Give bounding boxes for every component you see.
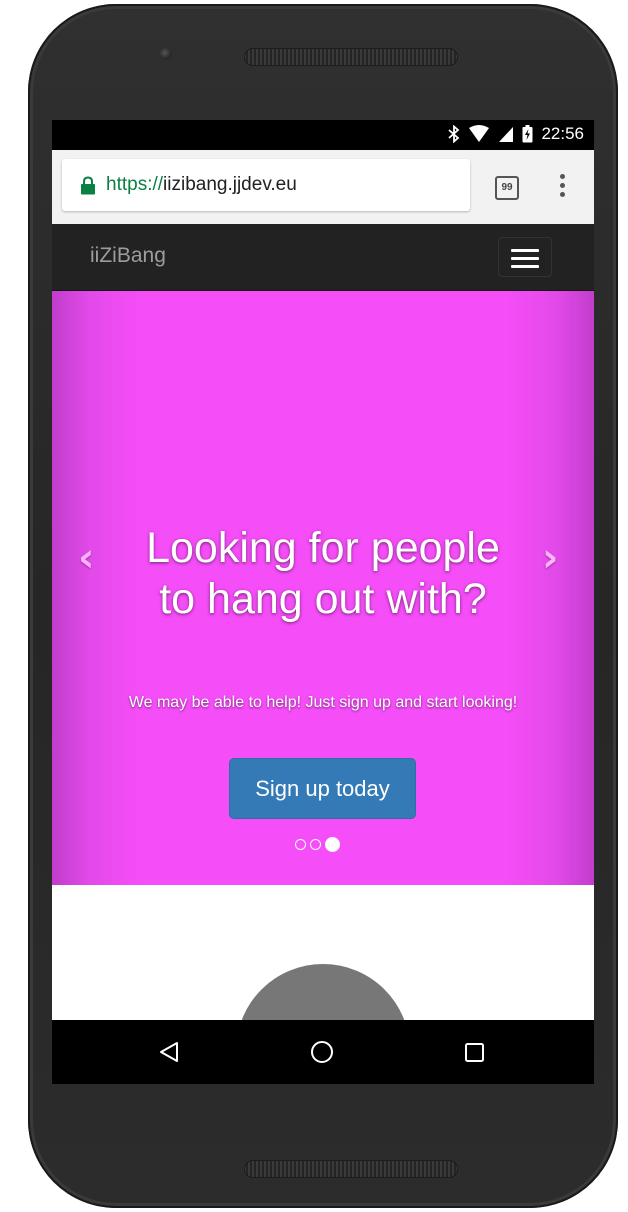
bottom-speaker: [244, 1160, 458, 1178]
home-icon[interactable]: [310, 1040, 334, 1064]
signal-icon: [499, 127, 514, 142]
carousel-indicator-3[interactable]: [325, 837, 340, 852]
device-screen: 22:56 https://iizibang.jjdev.eu 99 iiZiB…: [52, 120, 594, 1084]
address-bar[interactable]: https://iizibang.jjdev.eu: [62, 159, 470, 211]
system-navigation-bar: [52, 1020, 594, 1084]
carousel-indicators: [295, 837, 340, 852]
back-icon[interactable]: [159, 1041, 179, 1063]
hamburger-icon[interactable]: [498, 237, 552, 277]
url-text: https://iizibang.jjdev.eu: [106, 174, 297, 196]
tabs-icon[interactable]: 99: [495, 176, 519, 200]
site-navbar: iiZiBang: [52, 224, 594, 291]
battery-charging-icon: [522, 125, 533, 143]
recents-icon[interactable]: [465, 1043, 484, 1062]
navbar-brand[interactable]: iiZiBang: [90, 244, 166, 268]
carousel-indicator-1[interactable]: [295, 839, 306, 850]
hero-carousel: ‹ › Looking for people to hang out with?…: [52, 291, 594, 885]
status-bar: 22:56: [52, 120, 594, 150]
status-time: 22:56: [541, 124, 584, 143]
browser-toolbar: https://iizibang.jjdev.eu 99: [52, 150, 594, 224]
hero-subtitle: We may be able to help! Just sign up and…: [128, 694, 518, 711]
top-speaker: [244, 48, 458, 66]
circular-image: [236, 964, 410, 1020]
front-camera: [160, 48, 172, 60]
url-scheme: https://: [106, 174, 164, 195]
lock-icon: [81, 175, 95, 194]
overflow-menu-icon[interactable]: [556, 174, 568, 200]
bluetooth-icon: [448, 125, 460, 143]
url-host: iizibang.jjdev.eu: [163, 174, 297, 195]
hero-title: Looking for people to hang out with?: [146, 524, 500, 623]
status-icons: 22:56: [448, 124, 584, 144]
carousel-prev-icon[interactable]: ‹: [78, 535, 94, 581]
carousel-next-icon[interactable]: ›: [542, 535, 558, 581]
page-content: [52, 885, 594, 1020]
carousel-indicator-2[interactable]: [310, 839, 321, 850]
sign-up-button[interactable]: Sign up today: [229, 758, 416, 819]
wifi-icon: [469, 125, 490, 142]
